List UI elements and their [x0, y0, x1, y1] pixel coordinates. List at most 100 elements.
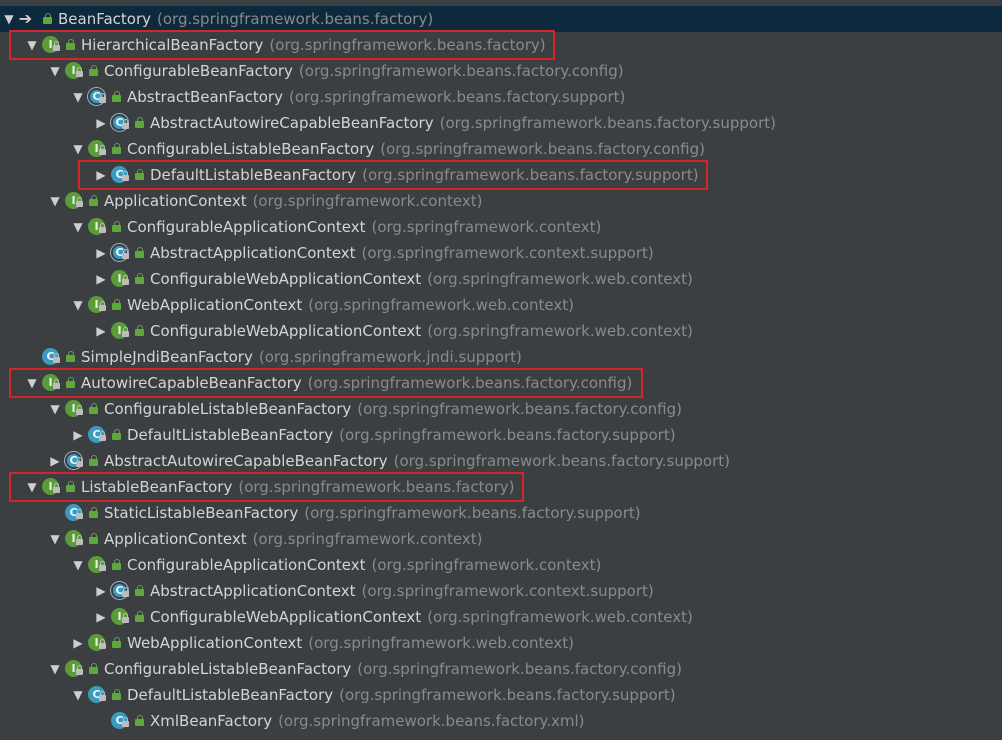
expand-arrow-icon[interactable]: ▶ [94, 246, 108, 260]
class-icon: C [65, 503, 85, 523]
tree-node[interactable]: ▼ C DefaultListableBeanFactory (org.springf… [0, 682, 1002, 708]
collapse-arrow-icon[interactable]: ▼ [71, 220, 85, 234]
tree-node[interactable]: ▼ I WebApplicationContext (org.springframew… [0, 292, 1002, 318]
class-icon: C [111, 711, 131, 731]
tree-node[interactable]: C StaticListableBeanFactory (org.springfra… [0, 500, 1002, 526]
node-package: (org.springframework.context) [371, 556, 602, 574]
tree-node[interactable]: ▶ I ConfigurableWebApplicationContext (org.… [0, 318, 1002, 344]
expand-arrow-icon[interactable]: ▶ [94, 610, 108, 624]
collapse-arrow-icon[interactable]: ▼ [48, 194, 62, 208]
collapse-arrow-icon[interactable]: ▼ [25, 376, 39, 390]
class-icon: C [111, 165, 131, 185]
lock-icon [99, 145, 106, 155]
node-name: AbstractApplicationContext [150, 582, 356, 600]
collapse-arrow-icon[interactable]: ▼ [48, 662, 62, 676]
node-name: ConfigurableListableBeanFactory [127, 140, 375, 158]
collapse-arrow-icon[interactable]: ▼ [71, 90, 85, 104]
node-name: SimpleJndiBeanFactory [81, 348, 253, 366]
tree-node[interactable]: ▶ I ConfigurableWebApplicationContext (org.… [0, 266, 1002, 292]
public-visibility-icon [135, 117, 144, 128]
tree-node[interactable]: ▼ I ConfigurableApplicationContext (org.spr… [0, 214, 1002, 240]
lock-icon [76, 67, 83, 77]
collapse-arrow-icon[interactable]: ▼ [71, 688, 85, 702]
collapse-arrow-icon[interactable]: ▼ [48, 402, 62, 416]
tree-node[interactable]: ▼ I ConfigurableListableBeanFactory (org.sp… [0, 656, 1002, 682]
tree-node[interactable]: ▶ C DefaultListableBeanFactory (org.springf… [0, 162, 1002, 188]
class-icon: C [88, 685, 108, 705]
public-visibility-icon [112, 143, 121, 154]
public-visibility-icon [43, 13, 52, 24]
collapse-arrow-icon[interactable]: ▼ [25, 480, 39, 494]
public-visibility-icon [135, 585, 144, 596]
collapse-arrow-icon[interactable]: ▼ [48, 64, 62, 78]
node-name: AbstractBeanFactory [127, 88, 283, 106]
collapse-arrow-icon[interactable]: ▼ [25, 38, 39, 52]
collapse-arrow-icon[interactable]: ▼ [71, 298, 85, 312]
node-name: AbstractAutowireCapableBeanFactory [104, 452, 388, 470]
class-icon: C [42, 347, 62, 367]
tree-node[interactable]: ▼ I ListableBeanFactory (org.springframewor… [0, 474, 1002, 500]
node-package: (org.springframework.beans.factory.confi… [357, 400, 682, 418]
tree-node[interactable]: ▼ I ApplicationContext (org.springframework… [0, 526, 1002, 552]
tree-node[interactable]: ▼ I ApplicationContext (org.springframework… [0, 188, 1002, 214]
tree-node[interactable]: ▶ C AbstractAutowireCapableBeanFactory (org… [0, 110, 1002, 136]
expand-arrow-icon[interactable]: ▶ [71, 428, 85, 442]
lock-icon [122, 275, 129, 285]
lock-icon [76, 535, 83, 545]
node-name: ApplicationContext [104, 530, 247, 548]
tree-node[interactable]: ▶ C DefaultListableBeanFactory (org.springf… [0, 422, 1002, 448]
node-name: AutowireCapableBeanFactory [81, 374, 302, 392]
collapse-arrow-icon[interactable]: ▼ [71, 558, 85, 572]
node-name: ConfigurableApplicationContext [127, 556, 366, 574]
collapse-arrow-icon[interactable]: ▼ [48, 532, 62, 546]
collapse-arrow-icon[interactable]: ▼ [2, 12, 16, 26]
interface-icon: I [88, 555, 108, 575]
collapse-arrow-icon[interactable]: ▼ [71, 142, 85, 156]
expand-arrow-icon[interactable]: ▶ [94, 116, 108, 130]
node-name: ConfigurableWebApplicationContext [150, 322, 422, 340]
tree-node[interactable]: C SimpleJndiBeanFactory (org.springframewo… [0, 344, 1002, 370]
tree-node[interactable]: ▼ I ConfigurableBeanFactory (org.springfram… [0, 58, 1002, 84]
expand-arrow-icon[interactable]: ▶ [94, 324, 108, 338]
tree-node[interactable]: C XmlBeanFactory (org.springframework.bean… [0, 708, 1002, 734]
expand-arrow-icon[interactable]: ▶ [71, 636, 85, 650]
tree-node[interactable]: ▼ I ConfigurableListableBeanFactory (org.sp… [0, 396, 1002, 422]
node-name: ConfigurableListableBeanFactory [104, 400, 352, 418]
hierarchy-tree[interactable]: ▼ ➔ BeanFactory (org.springframework.beans.… [0, 0, 1002, 740]
node-package: (org.springframework.jndi.support) [258, 348, 522, 366]
expand-arrow-icon[interactable]: ▶ [94, 584, 108, 598]
public-visibility-icon [135, 611, 144, 622]
lock-icon [53, 379, 60, 389]
lock-icon [122, 249, 129, 259]
tree-node[interactable]: ▶ I WebApplicationContext (org.springframew… [0, 630, 1002, 656]
node-name: WebApplicationContext [127, 634, 303, 652]
tree-node[interactable]: ▼ I ConfigurableListableBeanFactory (org.sp… [0, 136, 1002, 162]
tree-node[interactable]: ▼ I AutowireCapableBeanFactory (org.springf… [0, 370, 1002, 396]
expand-arrow-icon[interactable]: ▶ [48, 454, 62, 468]
tree-node[interactable]: ▼ ➔ BeanFactory (org.springframework.beans.… [0, 6, 1002, 32]
tree-node[interactable]: ▶ C AbstractApplicationContext (org.springf… [0, 240, 1002, 266]
expand-arrow-icon[interactable]: ▶ [94, 272, 108, 286]
public-visibility-icon [89, 65, 98, 76]
node-package: (org.springframework.beans.factory.confi… [357, 660, 682, 678]
tree-node[interactable]: ▼ I HierarchicalBeanFactory (org.springfram… [0, 32, 1002, 58]
public-visibility-icon [66, 481, 75, 492]
node-name: HierarchicalBeanFactory [81, 36, 264, 54]
public-visibility-icon [89, 507, 98, 518]
lock-icon [76, 197, 83, 207]
node-name: ApplicationContext [104, 192, 247, 210]
tree-node[interactable]: ▶ C AbstractAutowireCapableBeanFactory (org… [0, 448, 1002, 474]
interface-icon: I [111, 269, 131, 289]
expand-arrow-icon[interactable]: ▶ [94, 168, 108, 182]
public-visibility-icon [89, 195, 98, 206]
tree-node[interactable]: ▶ C AbstractApplicationContext (org.springf… [0, 578, 1002, 604]
lock-icon [122, 327, 129, 337]
public-visibility-icon [112, 221, 121, 232]
node-name: ListableBeanFactory [81, 478, 233, 496]
tree-node[interactable]: ▼ C AbstractBeanFactory (org.springframewor… [0, 84, 1002, 110]
tree-node[interactable]: ▼ I ConfigurableApplicationContext (org.spr… [0, 552, 1002, 578]
node-package: (org.springframework.beans.factory.suppo… [339, 686, 676, 704]
node-package: (org.springframework.web.context) [308, 296, 574, 314]
tree-node[interactable]: ▶ I ConfigurableWebApplicationContext (org.… [0, 604, 1002, 630]
node-package: (org.springframework.web.context) [308, 634, 574, 652]
